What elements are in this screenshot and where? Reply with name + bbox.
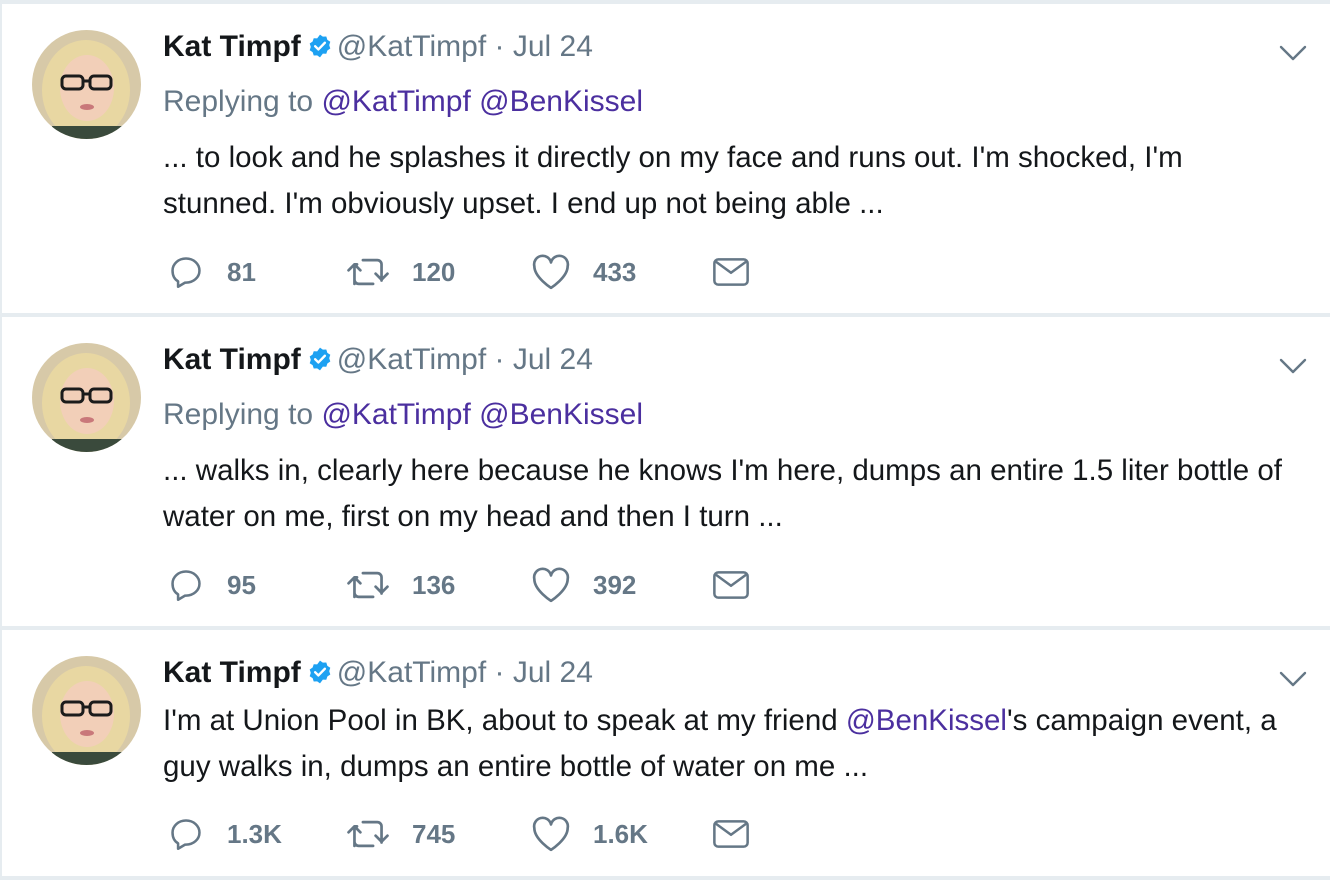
author-name[interactable]: Kat Timpf	[163, 30, 301, 63]
reply-count: 81	[227, 256, 256, 287]
chevron-down-icon[interactable]	[1278, 355, 1308, 377]
verified-badge-icon	[307, 658, 333, 694]
direct-message-icon	[712, 256, 750, 288]
like-icon	[531, 253, 571, 291]
like-icon	[531, 815, 571, 853]
direct-message-button[interactable]	[712, 565, 750, 605]
retweet-count: 120	[412, 256, 456, 287]
tweet-text-body: ... to look and he splashes it directly …	[163, 141, 1183, 220]
retweet-button[interactable]: 136	[346, 565, 455, 605]
replying-label: Replying to	[163, 85, 314, 118]
timestamp[interactable]: Jul 24	[513, 343, 593, 376]
mention-link[interactable]: @KatTimpf	[321, 85, 470, 118]
tweet-header: Kat Timpf @KatTimpf · Jul 24	[163, 655, 593, 694]
tweet-header: Kat Timpf @KatTimpf · Jul 24	[163, 29, 593, 68]
author-name[interactable]: Kat Timpf	[163, 656, 301, 689]
mention-link[interactable]: @KatTimpf	[321, 398, 470, 431]
avatar[interactable]	[32, 30, 141, 139]
like-count: 433	[593, 256, 637, 287]
profile-photo	[32, 343, 141, 452]
reply-icon	[167, 815, 205, 853]
avatar[interactable]	[32, 343, 141, 452]
reply-button[interactable]: 81	[167, 252, 256, 292]
tweet-header: Kat Timpf @KatTimpf · Jul 24	[163, 342, 593, 381]
profile-photo	[32, 30, 141, 139]
separator: ·	[494, 656, 505, 689]
tweet-text: ... walks in, clearly here because he kn…	[163, 448, 1303, 540]
author-handle[interactable]: @KatTimpf	[337, 656, 486, 689]
replying-to: Replying to @KatTimpf @BenKissel	[163, 84, 643, 120]
mention-link[interactable]: @BenKissel	[846, 704, 1007, 737]
like-count: 392	[593, 569, 637, 600]
retweet-count: 745	[412, 818, 456, 849]
like-button[interactable]: 1.6K	[531, 814, 648, 854]
reply-button[interactable]: 95	[167, 565, 256, 605]
reply-icon	[167, 566, 205, 604]
profile-photo	[32, 656, 141, 765]
tweet-text: I'm at Union Pool in BK, about to speak …	[163, 698, 1303, 790]
reply-count: 95	[227, 569, 256, 600]
retweet-button[interactable]: 745	[346, 814, 455, 854]
separator: ·	[494, 343, 505, 376]
reply-button[interactable]: 1.3K	[167, 814, 282, 854]
timestamp[interactable]: Jul 24	[513, 30, 593, 63]
tweet-card[interactable]: Kat Timpf @KatTimpf · Jul 24 I'm at Union…	[0, 630, 1330, 876]
retweet-count: 136	[412, 569, 456, 600]
replying-label: Replying to	[163, 398, 314, 431]
author-name[interactable]: Kat Timpf	[163, 343, 301, 376]
direct-message-icon	[712, 569, 750, 601]
avatar[interactable]	[32, 656, 141, 765]
like-icon	[531, 566, 571, 604]
tweet-feed: Kat Timpf @KatTimpf · Jul 24 Replying to …	[0, 0, 1330, 880]
direct-message-button[interactable]	[712, 814, 750, 854]
chevron-down-icon[interactable]	[1278, 668, 1308, 690]
tweet-text: ... to look and he splashes it directly …	[163, 135, 1303, 227]
like-count: 1.6K	[593, 818, 648, 849]
verified-badge-icon	[307, 32, 333, 68]
tweet-card[interactable]: Kat Timpf @KatTimpf · Jul 24 Replying to …	[0, 317, 1330, 626]
mention-link[interactable]: @BenKissel	[479, 398, 643, 431]
tweet-card[interactable]: Kat Timpf @KatTimpf · Jul 24 Replying to …	[0, 4, 1330, 313]
retweet-icon	[346, 566, 390, 604]
separator: ·	[494, 30, 505, 63]
author-handle[interactable]: @KatTimpf	[337, 343, 486, 376]
replying-to: Replying to @KatTimpf @BenKissel	[163, 397, 643, 433]
reply-count: 1.3K	[227, 818, 282, 849]
mention-link[interactable]: @BenKissel	[479, 85, 643, 118]
direct-message-icon	[712, 818, 750, 850]
verified-badge-icon	[307, 345, 333, 381]
like-button[interactable]: 392	[531, 565, 636, 605]
tweet-text-body: ... walks in, clearly here because he kn…	[163, 454, 1282, 533]
author-handle[interactable]: @KatTimpf	[337, 30, 486, 63]
reply-icon	[167, 253, 205, 291]
chevron-down-icon[interactable]	[1278, 42, 1308, 64]
retweet-button[interactable]: 120	[346, 252, 455, 292]
timestamp[interactable]: Jul 24	[513, 656, 593, 689]
retweet-icon	[346, 253, 390, 291]
direct-message-button[interactable]	[712, 252, 750, 292]
like-button[interactable]: 433	[531, 252, 636, 292]
tweet-text-body: I'm at Union Pool in BK, about to speak …	[163, 704, 846, 737]
retweet-icon	[346, 815, 390, 853]
